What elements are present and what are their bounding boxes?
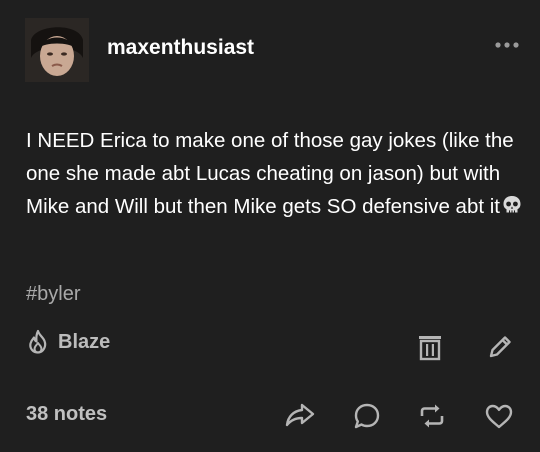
more-icon[interactable]: [495, 40, 519, 50]
avatar-image: [25, 18, 89, 82]
flame-icon: [29, 329, 47, 354]
blaze-button[interactable]: Blaze: [26, 329, 110, 355]
share-icon[interactable]: [285, 402, 315, 428]
pencil-icon[interactable]: [487, 334, 513, 360]
reply-icon[interactable]: [353, 402, 381, 430]
tag-byler[interactable]: #byler: [26, 283, 80, 306]
blaze-label: Blaze: [58, 330, 111, 353]
reblog-icon[interactable]: [418, 403, 446, 429]
username[interactable]: maxenthusiast: [107, 36, 254, 60]
skull-icon: [502, 193, 522, 226]
notes-count[interactable]: 38 notes: [26, 403, 107, 426]
heart-icon[interactable]: [484, 403, 514, 429]
trash-icon[interactable]: [417, 333, 443, 361]
avatar[interactable]: [25, 18, 89, 82]
post-body: I NEED Erica to make one of those gay jo…: [26, 125, 526, 225]
post-text: I NEED Erica to make one of those gay jo…: [26, 129, 514, 218]
